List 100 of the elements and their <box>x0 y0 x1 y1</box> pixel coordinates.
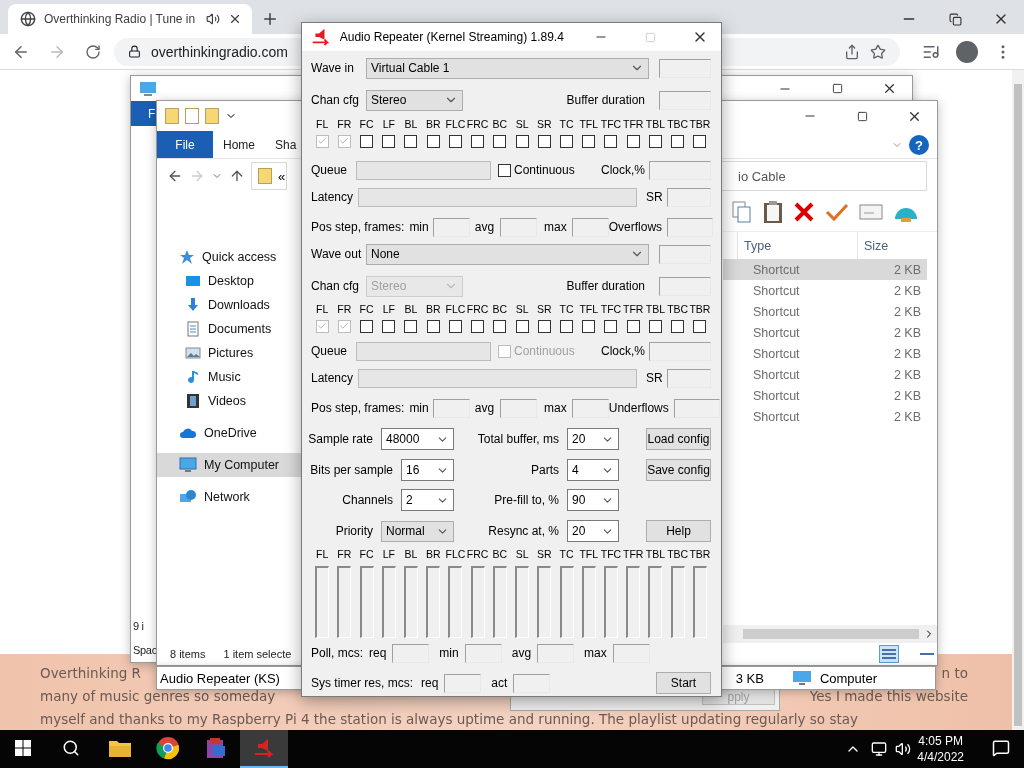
channel-label: BC <box>492 303 508 315</box>
continuous-label: Continuous <box>514 163 575 177</box>
page-text: Yes I made this website <box>809 687 968 704</box>
queue-label: Queue <box>311 344 349 358</box>
meter-label: FLC <box>445 548 466 560</box>
channel-label: FR <box>337 303 352 315</box>
setting-label: Sample rate <box>308 432 373 446</box>
status-text: 1 item selecte <box>223 648 292 660</box>
channel-label: TBL <box>645 303 666 315</box>
setting-label: Bits per sample <box>310 463 393 477</box>
page-text: many of music genres so someday <box>40 687 276 704</box>
size-cell-text: 2 KB <box>892 346 922 361</box>
meter-label: TBC <box>667 548 689 560</box>
channel-label: SL <box>515 118 529 130</box>
size-cell-text: 2 KB <box>892 262 922 277</box>
meter-label: SL <box>515 548 529 560</box>
channel-label: FC <box>359 303 374 315</box>
min-label: min <box>409 401 429 415</box>
channel-label: TC <box>559 303 574 315</box>
type-cell-text: Shortcut <box>752 409 801 424</box>
channel-label: LF <box>382 303 395 315</box>
page-text: Overthinking R <box>40 664 141 681</box>
setting-label: Resync at, % <box>488 524 559 538</box>
channel-label: TFL <box>579 118 599 130</box>
page-text: myself and thanks to my Raspberry Pi 4 the station is always uptime and running. The playlist updating regularly so stay <box>40 710 858 727</box>
channel-label: SR <box>537 118 552 130</box>
channel-label: BL <box>404 303 418 315</box>
type-cell-text: Shortcut <box>752 325 801 340</box>
channel-label: TBL <box>645 118 666 130</box>
size-cell-text: 2 KB <box>892 325 922 340</box>
device-label: Wave in <box>311 61 355 75</box>
nav-label: Quick access <box>202 250 277 264</box>
size-cell-text: 2 KB <box>892 283 922 298</box>
meter-label: SR <box>537 548 552 560</box>
location-text: Computer <box>819 670 877 686</box>
nav-label: Pictures <box>208 346 254 360</box>
nav-label: Desktop <box>208 274 254 288</box>
meter-label: TBR <box>689 548 711 560</box>
status-text: Spac <box>132 643 157 658</box>
tab-title: Overthinking Radio | Tune in <box>44 12 197 26</box>
clock-label: Clock,% <box>601 163 645 177</box>
meter-label: TFL <box>579 548 599 560</box>
timer-label: Sys timer res, mcs: <box>311 676 413 690</box>
channel-label: BR <box>425 303 441 315</box>
sr-label: SR <box>646 371 663 385</box>
channel-label: BL <box>404 118 418 130</box>
latency-label: Latency <box>311 190 355 204</box>
flows-label: Overflows <box>608 220 663 234</box>
setting-label: Parts <box>531 463 559 477</box>
meter-label: FL <box>315 548 329 560</box>
channel-label: TFC <box>600 118 622 130</box>
status-text: 9 i <box>132 619 144 634</box>
latency-label: Latency <box>311 371 355 385</box>
nav-label: Videos <box>208 394 246 408</box>
channel-label: TFR <box>623 118 644 130</box>
device-label: Wave out <box>311 247 363 261</box>
channel-label: FLC <box>445 303 466 315</box>
nav-label: Music <box>208 370 241 384</box>
setting-label: Pre-fill to, % <box>494 493 559 507</box>
nav-label: My Computer <box>204 458 280 472</box>
channel-label: BC <box>492 118 508 130</box>
channel-label: TFR <box>623 303 644 315</box>
size-cell-text: 2 KB <box>892 388 922 403</box>
type-cell-text: Shortcut <box>752 304 801 319</box>
field-label: req <box>421 676 439 690</box>
queue-label: Queue <box>311 163 349 177</box>
type-cell-text: Shortcut <box>752 388 801 403</box>
clock-label: Clock,% <box>601 344 645 358</box>
avg-label: avg <box>474 220 495 234</box>
meter-label: BR <box>425 548 441 560</box>
meter-label: FC <box>359 548 374 560</box>
channel-label: SR <box>537 303 552 315</box>
url-text: overthinkingradio.com <box>151 43 288 60</box>
meter-label: TBL <box>645 548 666 560</box>
window-title: Audio Repeater (Kernel Streaming) 1.89.4 <box>339 30 564 44</box>
meter-label: BL <box>404 548 418 560</box>
min-label: min <box>409 220 429 234</box>
channel-label: FC <box>359 118 374 130</box>
nav-label: Documents <box>208 322 272 336</box>
meter-label: LF <box>382 548 395 560</box>
setting-label: Priority <box>335 524 373 538</box>
channel-label: TBR <box>689 118 711 130</box>
size-cell-text: 2 KB <box>892 409 922 424</box>
file-name-text: Audio Repeater (KS) <box>160 670 280 686</box>
channel-label: FL <box>315 118 329 130</box>
channel-label: FLC <box>445 118 466 130</box>
nav-label: Downloads <box>208 298 270 312</box>
field-label: max <box>584 646 607 660</box>
meter-label: TFR <box>623 548 644 560</box>
date-text: 4/4/2022 <box>917 749 964 765</box>
continuous-label: Continuous <box>514 344 575 358</box>
field-label: min <box>439 646 459 660</box>
buffer-duration-label: Buffer duration <box>566 93 645 107</box>
avg-label: avg <box>474 401 495 415</box>
channel-label: LF <box>382 118 395 130</box>
buffer-duration-label: Buffer duration <box>566 279 645 293</box>
meter-label: TC <box>559 548 574 560</box>
chan-cfg-label: Chan cfg <box>311 279 361 293</box>
channel-label: SL <box>515 303 529 315</box>
meter-label: FRC <box>466 548 489 560</box>
